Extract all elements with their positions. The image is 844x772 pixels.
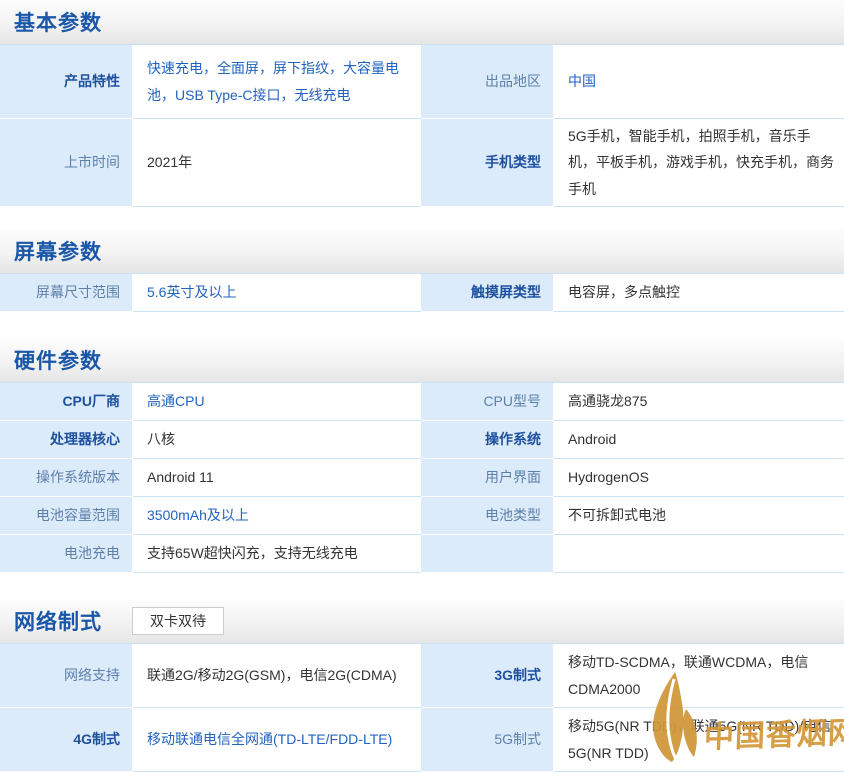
label-cpu-cores: 处理器核心 <box>0 421 133 459</box>
value-origin-region-cell: 中国 <box>554 45 844 119</box>
label-os-version: 操作系统版本 <box>0 459 133 497</box>
hardware-params-table: CPU厂商 高通CPU CPU型号 高通骁龙875 处理器核心 八核 操作系统 … <box>0 382 844 573</box>
value-screen-size-range-cell: 5.6英寸及以上 <box>133 274 421 312</box>
value-launch-time: 2021年 <box>133 119 421 207</box>
label-launch-time: 上市时间 <box>0 119 133 207</box>
label-phone-type: 手机类型 <box>421 119 554 207</box>
section-gap <box>0 312 844 338</box>
label-3g-standard: 3G制式 <box>421 644 554 708</box>
label-os: 操作系统 <box>421 421 554 459</box>
value-touchscreen-type: 电容屏，多点触控 <box>554 274 844 312</box>
value-4g-standard-cell: 移动联通电信全网通(TD-LTE/FDD-LTE) <box>133 708 421 772</box>
label-screen-size-range: 屏幕尺寸范围 <box>0 274 133 312</box>
label-cpu-model: CPU型号 <box>421 383 554 421</box>
value-4g-standard-link[interactable]: 移动联通电信全网通(TD-LTE/FDD-LTE) <box>147 726 392 753</box>
value-product-features-cell: 快速充电，全面屏，屏下指纹，大容量电池，USB Type-C接口，无线充电 <box>133 45 421 119</box>
section-header-hardware: 硬件参数 <box>0 338 844 382</box>
label-battery-capacity-range: 电池容量范围 <box>0 497 133 535</box>
value-3g-standard: 移动TD-SCDMA，联通WCDMA，电信CDMA2000 <box>554 644 844 708</box>
section-header-basic: 基本参数 <box>0 0 844 44</box>
dual-sim-button[interactable]: 双卡双待 <box>132 607 224 636</box>
section-title-screen: 屏幕参数 <box>14 236 102 266</box>
label-battery-charging: 电池充电 <box>0 535 133 573</box>
section-gap <box>0 207 844 229</box>
section-title-basic: 基本参数 <box>14 7 102 37</box>
section-gap <box>0 573 844 599</box>
label-product-features: 产品特性 <box>0 45 133 119</box>
label-touchscreen-type: 触摸屏类型 <box>421 274 554 312</box>
value-os: Android <box>554 421 844 459</box>
value-cpu-vendor-cell: 高通CPU <box>133 383 421 421</box>
basic-params-table: 产品特性 快速充电，全面屏，屏下指纹，大容量电池，USB Type-C接口，无线… <box>0 44 844 207</box>
value-cpu-vendor-link[interactable]: 高通CPU <box>147 388 205 415</box>
label-5g-standard: 5G制式 <box>421 708 554 772</box>
value-screen-size-range-link[interactable]: 5.6英寸及以上 <box>147 279 236 306</box>
section-title-network: 网络制式 <box>14 606 102 636</box>
label-battery-type: 电池类型 <box>421 497 554 535</box>
value-product-features-link[interactable]: 快速充电，全面屏，屏下指纹，大容量电池，USB Type-C接口，无线充电 <box>147 55 413 108</box>
value-5g-standard: 移动5G(NR TDD)，联通5G(NR TDD)/电信 5G(NR TDD) <box>554 708 844 772</box>
section-title-hardware: 硬件参数 <box>14 345 102 375</box>
label-origin-region: 出品地区 <box>421 45 554 119</box>
screen-params-table: 屏幕尺寸范围 5.6英寸及以上 触摸屏类型 电容屏，多点触控 <box>0 273 844 312</box>
section-header-screen: 屏幕参数 <box>0 229 844 273</box>
value-cpu-cores: 八核 <box>133 421 421 459</box>
label-cpu-vendor: CPU厂商 <box>0 383 133 421</box>
label-empty <box>421 535 554 573</box>
value-battery-charging: 支持65W超快闪充，支持无线充电 <box>133 535 421 573</box>
label-network-support: 网络支持 <box>0 644 133 708</box>
value-network-support: 联通2G/移动2G(GSM)，电信2G(CDMA) <box>133 644 421 708</box>
value-os-version: Android 11 <box>133 459 421 497</box>
label-ui: 用户界面 <box>421 459 554 497</box>
value-battery-type: 不可拆卸式电池 <box>554 497 844 535</box>
label-4g-standard: 4G制式 <box>0 708 133 772</box>
value-battery-capacity-range-cell: 3500mAh及以上 <box>133 497 421 535</box>
value-origin-region-link[interactable]: 中国 <box>568 68 596 95</box>
value-battery-capacity-range-link[interactable]: 3500mAh及以上 <box>147 502 249 529</box>
value-ui: HydrogenOS <box>554 459 844 497</box>
value-empty <box>554 535 844 573</box>
section-header-network: 网络制式 双卡双待 <box>0 599 844 643</box>
value-cpu-model: 高通骁龙875 <box>554 383 844 421</box>
value-phone-type: 5G手机，智能手机，拍照手机，音乐手机，平板手机，游戏手机，快充手机，商务手机 <box>554 119 844 207</box>
network-params-table: 网络支持 联通2G/移动2G(GSM)，电信2G(CDMA) 3G制式 移动TD… <box>0 643 844 772</box>
